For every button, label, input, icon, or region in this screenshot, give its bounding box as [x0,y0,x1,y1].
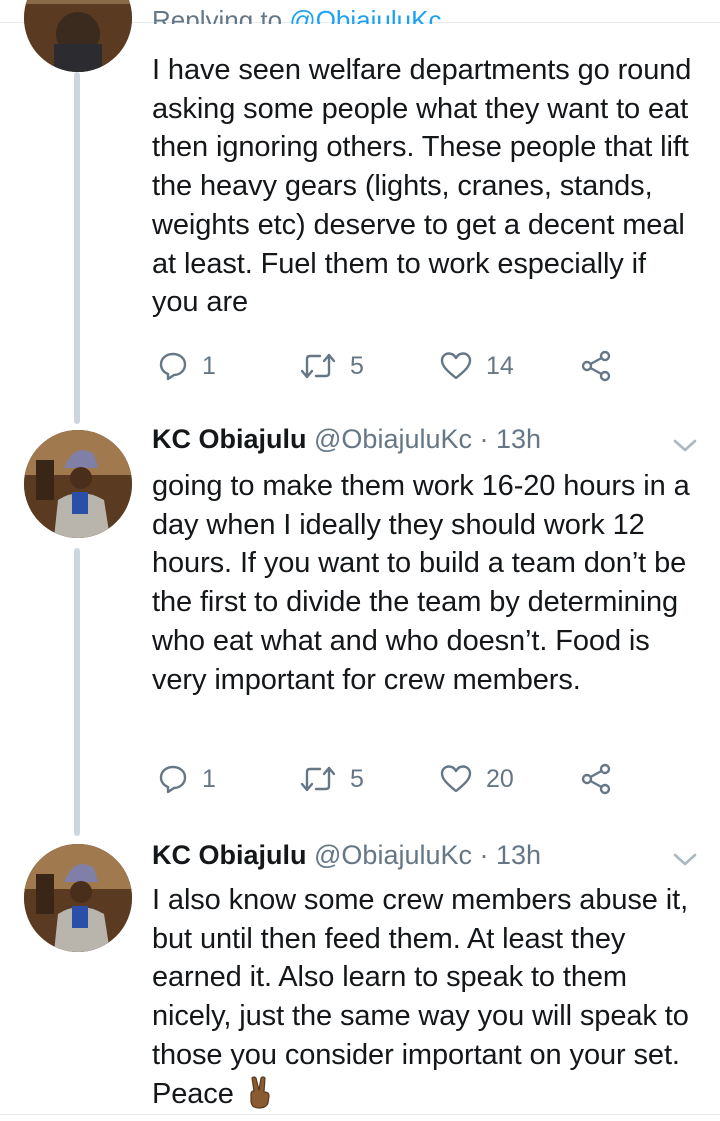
share-button[interactable] [580,759,612,799]
replying-to: Replying to @ObiajuluKc [152,2,441,24]
tweet-actions: 1 5 14 [152,346,632,386]
thread-line [74,548,80,836]
retweet-icon [300,353,336,379]
tweet-text: going to make them work 16-20 hours in a… [152,470,690,696]
retweet-count: 5 [350,764,364,793]
reply-count: 1 [202,764,216,793]
user-handle[interactable]: @ObiajuluKc [314,424,472,454]
reply-count: 1 [202,351,216,380]
thread-line [74,72,80,424]
like-button[interactable]: 20 [440,759,514,799]
share-icon [581,350,611,382]
timestamp[interactable]: · 13h [480,424,542,454]
tweet-header: KC Obiajulu @ObiajuluKc · 13h [152,840,541,871]
share-button[interactable] [580,346,612,386]
like-count: 14 [486,351,514,380]
tweet-text: I have seen welfare departments go round… [152,54,692,319]
replying-prefix: Replying to [152,5,283,24]
tweet-text-body: I also know some crew members abuse it, … [152,884,689,1110]
avatar[interactable] [24,844,132,952]
reply-button[interactable]: 1 [158,759,216,799]
timestamp[interactable]: · 13h [480,840,542,870]
avatar[interactable] [24,430,132,538]
reply-icon [159,352,187,381]
display-name[interactable]: KC Obiajulu [152,424,307,454]
avatar[interactable] [24,0,132,72]
retweet-button[interactable]: 5 [300,759,364,799]
tweet-text: I also know some crew members abuse it, … [152,881,700,1119]
replying-handle-link[interactable]: @ObiajuluKc [289,5,441,24]
like-count: 20 [486,764,514,793]
retweet-icon [300,766,336,792]
user-handle[interactable]: @ObiajuluKc [314,840,472,870]
display-name[interactable]: KC Obiajulu [152,840,307,870]
reply-icon [159,765,187,794]
reply-button[interactable]: 1 [158,346,216,386]
retweet-button[interactable]: 5 [300,346,364,386]
victory-hand-emoji [246,1075,274,1120]
heart-icon [440,765,472,793]
tweet-actions: 1 5 20 [152,759,632,799]
chevron-down-icon[interactable] [672,851,698,869]
retweet-count: 5 [350,351,364,380]
like-button[interactable]: 14 [440,346,514,386]
tweet-header: KC Obiajulu @ObiajuluKc · 13h [152,424,541,455]
heart-icon [440,352,472,380]
chevron-down-icon[interactable] [672,437,698,455]
share-icon [581,763,611,795]
